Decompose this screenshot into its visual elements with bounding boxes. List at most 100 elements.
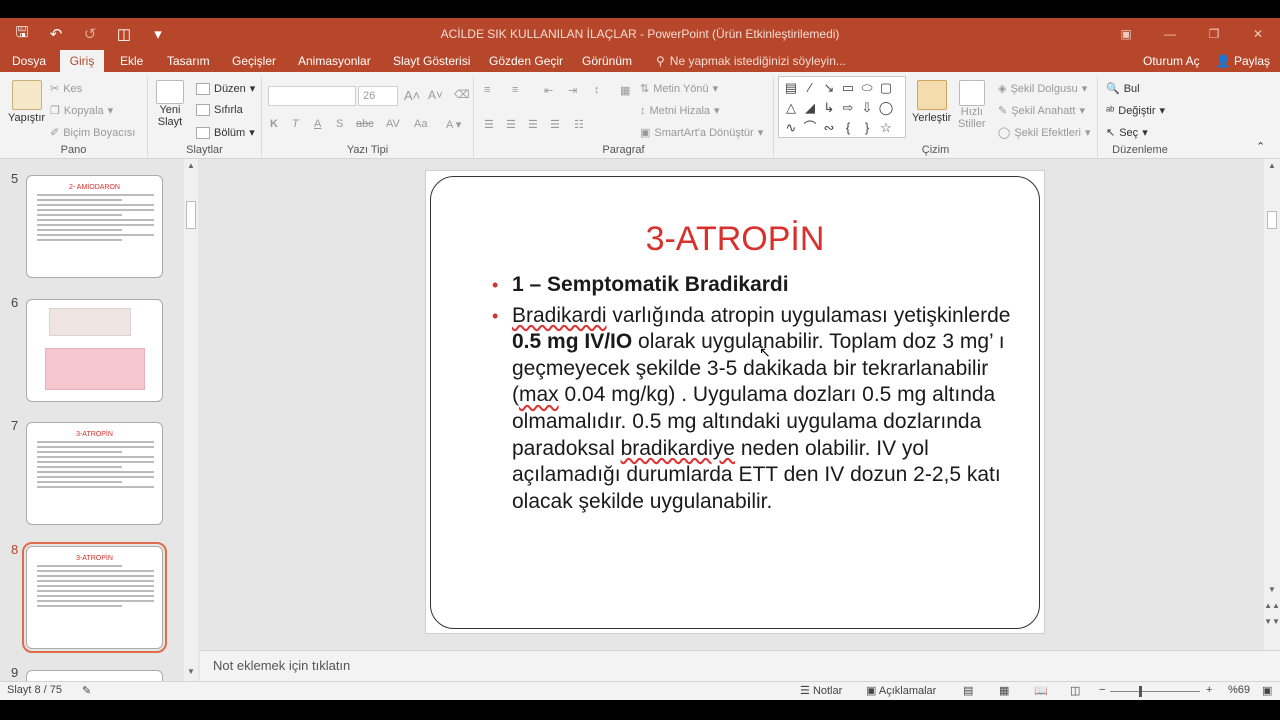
right-triangle-shape-icon[interactable]: ◢ (801, 99, 819, 117)
close-button[interactable]: ✕ (1236, 18, 1280, 50)
rounded-rect-shape-icon[interactable]: ▢ (877, 79, 895, 97)
arc-shape-icon[interactable]: ⌒ (801, 119, 819, 137)
slide-scroll-thumb[interactable] (1267, 211, 1277, 229)
comments-toggle-button[interactable]: ▣ Açıklamalar (866, 684, 936, 697)
reset-button[interactable]: Sıfırla (196, 104, 243, 116)
cut-button[interactable]: ✂ Kes (50, 82, 82, 96)
font-color-icon[interactable]: A ▾ (446, 118, 461, 131)
paste-button[interactable]: Yapıştır (8, 80, 45, 124)
change-case-icon[interactable]: Aa (414, 118, 427, 130)
shapes-gallery[interactable]: ▤ ∕ ↘ ▭ ⬭ ▢ △ ◢ ↳ ⇨ ⇩ ◯ ∿ ⌒ ∾ { } ☆ (778, 76, 906, 138)
right-brace-shape-icon[interactable]: } (858, 119, 876, 137)
textbox-shape-icon[interactable]: ▤ (782, 79, 800, 97)
slide-thumbnail-6[interactable] (26, 299, 163, 402)
slide-thumbnail-9[interactable] (26, 670, 163, 681)
left-brace-shape-icon[interactable]: { (839, 119, 857, 137)
justify-icon[interactable]: ☰ (550, 118, 560, 131)
notes-toggle-button[interactable]: ☰ Notlar (800, 684, 842, 697)
previous-slide-icon[interactable]: ▲▲ (1264, 599, 1280, 613)
restore-button[interactable]: ❐ (1192, 18, 1236, 50)
increase-indent-icon[interactable]: ⇥ (568, 84, 577, 97)
align-center-icon[interactable]: ☰ (506, 118, 516, 131)
zoom-out-icon[interactable]: − (1099, 684, 1105, 696)
arrow-line-shape-icon[interactable]: ↘ (820, 79, 838, 97)
align-left-icon[interactable]: ☰ (484, 118, 494, 131)
collapse-ribbon-icon[interactable]: ⌃ (1256, 140, 1265, 153)
block-arrow-shape-icon[interactable]: ⇨ (839, 99, 857, 117)
text-direction-button[interactable]: ⇅ Metin Yönü ▾ (640, 82, 718, 96)
scroll-up-arrow-icon[interactable]: ▲ (1264, 159, 1280, 173)
shrink-font-icon[interactable]: A˅ (428, 88, 443, 102)
slide-scrollbar[interactable]: ▲ ▼ ▲▲ ▼▼ (1264, 159, 1280, 650)
slideshow-view-icon[interactable]: ◫ (1070, 684, 1080, 697)
font-size-combo[interactable]: 26 (358, 86, 398, 106)
strikethrough-icon[interactable]: abc (356, 118, 374, 130)
redo-icon[interactable]: ↺ (76, 22, 104, 46)
smartart-button[interactable]: ▣ SmartArt'a Dönüştür ▾ (640, 126, 763, 140)
align-text-button[interactable]: ↕ Metni Hizala ▾ (640, 104, 720, 118)
line-shape-icon[interactable]: ∕ (801, 79, 819, 97)
column-icon[interactable]: ☷ (574, 118, 584, 131)
oval-shape-icon[interactable]: ⬭ (858, 79, 876, 97)
save-icon[interactable]: 🖫 (8, 22, 36, 46)
tab-animasyonlar[interactable]: Animasyonlar (292, 50, 377, 72)
slideshow-start-icon[interactable]: ◫ (110, 22, 138, 46)
slide-thumbnail-5[interactable]: 2- AMİODARON (26, 175, 163, 278)
shape-fill-button[interactable]: ◈ Şekil Dolgusu ▾ (998, 82, 1087, 96)
notes-pane[interactable]: Not eklemek için tıklatın (200, 650, 1280, 681)
flowchart-shape-icon[interactable]: ◯ (877, 99, 895, 117)
tab-tasarim[interactable]: Tasarım (161, 50, 216, 72)
curve-shape-icon[interactable]: ∾ (820, 119, 838, 137)
zoom-slider-track[interactable] (1110, 691, 1200, 692)
slide-sorter-view-icon[interactable]: ▦ (999, 684, 1009, 697)
find-button[interactable]: 🔍 Bul (1106, 82, 1140, 96)
decrease-indent-icon[interactable]: ⇤ (544, 84, 553, 97)
underline-icon[interactable]: A (314, 118, 321, 130)
section-button[interactable]: Bölüm ▾ (196, 126, 255, 139)
clear-formatting-icon[interactable]: ⌫ (454, 88, 470, 101)
bold-icon[interactable]: K (270, 118, 278, 130)
fit-to-window-icon[interactable]: ▣ (1262, 684, 1272, 697)
slide-title[interactable]: 3-ATROPİN (430, 220, 1040, 259)
customize-qat-icon[interactable]: ▾ (144, 22, 172, 46)
tab-gozden-gecir[interactable]: Gözden Geçir (483, 50, 569, 72)
align-right-icon[interactable]: ☰ (528, 118, 538, 131)
share-button[interactable]: 👤 Paylaş (1216, 50, 1270, 72)
tab-ekle[interactable]: Ekle (114, 50, 149, 72)
tell-me-box[interactable]: ⚲ Ne yapmak istediğinizi söyleyin... (656, 50, 846, 72)
shape-outline-button[interactable]: ✎ Şekil Anahatt ▾ (998, 104, 1085, 118)
zoom-in-icon[interactable]: + (1206, 684, 1212, 696)
tab-gecisler[interactable]: Geçişler (226, 50, 282, 72)
ribbon-display-options-icon[interactable]: ▣ (1104, 18, 1148, 50)
slide-thumbnail-8[interactable]: 3-ATROPİN (22, 542, 167, 653)
scroll-down-arrow-icon[interactable]: ▼ (184, 667, 198, 676)
tab-giris[interactable]: Giriş (60, 50, 104, 72)
scroll-up-arrow-icon[interactable]: ▲ (184, 161, 198, 170)
tab-gorunum[interactable]: Görünüm (576, 50, 638, 72)
zoom-level[interactable]: %69 (1228, 684, 1250, 696)
spelling-check-icon[interactable]: ✎ (82, 684, 91, 697)
triangle-shape-icon[interactable]: △ (782, 99, 800, 117)
rectangle-shape-icon[interactable]: ▭ (839, 79, 857, 97)
format-painter-button[interactable]: ✐ Biçim Boyacısı (50, 126, 135, 140)
slide-body[interactable]: 1 – Semptomatik Bradikardi Bradikardi va… (492, 272, 1012, 519)
minimize-button[interactable]: — (1148, 18, 1192, 50)
scroll-down-arrow-icon[interactable]: ▼ (1264, 583, 1280, 597)
numbering-icon[interactable]: ≡ (512, 84, 518, 96)
layout-button[interactable]: Düzen ▾ (196, 82, 255, 95)
char-spacing-icon[interactable]: AV (386, 118, 400, 130)
grow-font-icon[interactable]: A˄ (404, 88, 420, 103)
shape-effects-button[interactable]: ◯ Şekil Efektleri ▾ (998, 126, 1090, 140)
tab-dosya[interactable]: Dosya (6, 50, 52, 72)
tab-slayt-gosterisi[interactable]: Slayt Gösterisi (387, 50, 476, 72)
undo-icon[interactable]: ↶ (42, 22, 70, 46)
quick-styles-button[interactable]: Hızlı Stiller (958, 80, 986, 130)
down-arrow-shape-icon[interactable]: ⇩ (858, 99, 876, 117)
new-slide-button[interactable]: Yeni Slayt (156, 80, 184, 128)
star-shape-icon[interactable]: ☆ (877, 119, 895, 137)
sign-in-link[interactable]: Oturum Aç (1143, 50, 1200, 72)
shadow-icon[interactable]: S (336, 118, 343, 130)
arrange-button[interactable]: Yerleştir (912, 80, 951, 124)
replace-button[interactable]: ᵃᵇ Değiştir ▾ (1106, 104, 1165, 118)
font-name-combo[interactable] (268, 86, 356, 106)
